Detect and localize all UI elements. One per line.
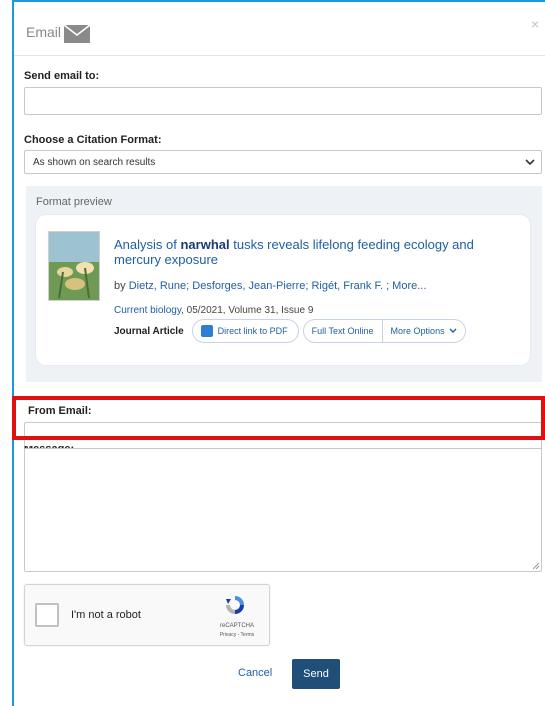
pdf-icon xyxy=(200,325,213,337)
send-to-input[interactable] xyxy=(24,87,542,115)
journal-link[interactable]: Current biology xyxy=(114,305,181,316)
recaptcha-widget: I'm not a robot reCAPTCHA Privacy - Term… xyxy=(24,584,270,646)
citation-format-value: As shown on search results xyxy=(33,157,156,168)
resize-handle-icon[interactable] xyxy=(532,562,540,570)
message-textarea[interactable] xyxy=(24,448,542,572)
full-text-online-label: Full Text Online xyxy=(311,326,374,336)
format-preview-label: Format preview xyxy=(36,196,112,208)
authors-link[interactable]: Dietz, Rune; Desforges, Jean-Pierre; Rig… xyxy=(129,280,427,292)
more-options-label: More Options xyxy=(390,326,445,336)
send-to-label: Send email to: xyxy=(24,70,100,82)
send-button[interactable]: Send xyxy=(292,659,340,689)
dialog-header: Email × xyxy=(14,2,545,56)
dialog-title: Email xyxy=(26,24,62,40)
cancel-button[interactable]: Cancel xyxy=(238,667,272,679)
envelope-icon xyxy=(64,25,90,43)
full-text-online-button[interactable]: Full Text Online xyxy=(304,320,382,342)
recaptcha-label: I'm not a robot xyxy=(71,609,141,621)
citation-card: Analysis of narwhal tusks reveals lifelo… xyxy=(36,215,530,365)
citation-format-select[interactable]: As shown on search results xyxy=(24,150,542,174)
source-details: , 05/2021, Volume 31, Issue 9 xyxy=(181,305,314,316)
title-keyword: narwhal xyxy=(180,237,230,252)
close-icon[interactable]: × xyxy=(531,16,539,32)
more-options-button[interactable]: More Options xyxy=(381,320,465,342)
recaptcha-brand: reCAPTCHA xyxy=(219,623,254,629)
article-actions-row: Journal Article Direct link to PDF Full … xyxy=(114,319,466,343)
direct-pdf-label: Direct link to PDF xyxy=(217,326,288,336)
highlight-box xyxy=(12,396,545,440)
authors-prefix: by xyxy=(114,280,129,292)
chevron-down-icon xyxy=(525,159,535,166)
document-type: Journal Article xyxy=(114,325,184,337)
fulltext-options-group: Full Text Online More Options xyxy=(302,319,466,343)
article-authors: by Dietz, Rune; Desforges, Jean-Pierre; … xyxy=(114,280,426,292)
dialog-frame-left xyxy=(12,0,14,706)
recaptcha-logo-icon xyxy=(226,596,244,614)
title-part-before: Analysis of xyxy=(114,237,181,252)
citation-format-label: Choose a Citation Format: xyxy=(24,134,162,146)
article-title[interactable]: Analysis of narwhal tusks reveals lifelo… xyxy=(114,237,519,267)
journal-cover-art xyxy=(49,232,99,300)
chevron-down-icon xyxy=(449,328,457,333)
direct-pdf-button[interactable]: Direct link to PDF xyxy=(191,319,299,343)
format-preview-panel: Format preview Analysis of narwhal tusks… xyxy=(26,186,542,382)
recaptcha-checkbox[interactable] xyxy=(35,603,59,627)
journal-cover-image xyxy=(48,231,100,301)
recaptcha-privacy-terms[interactable]: Privacy - Terms xyxy=(209,632,265,638)
article-source: Current biology, 05/2021, Volume 31, Iss… xyxy=(114,305,313,316)
